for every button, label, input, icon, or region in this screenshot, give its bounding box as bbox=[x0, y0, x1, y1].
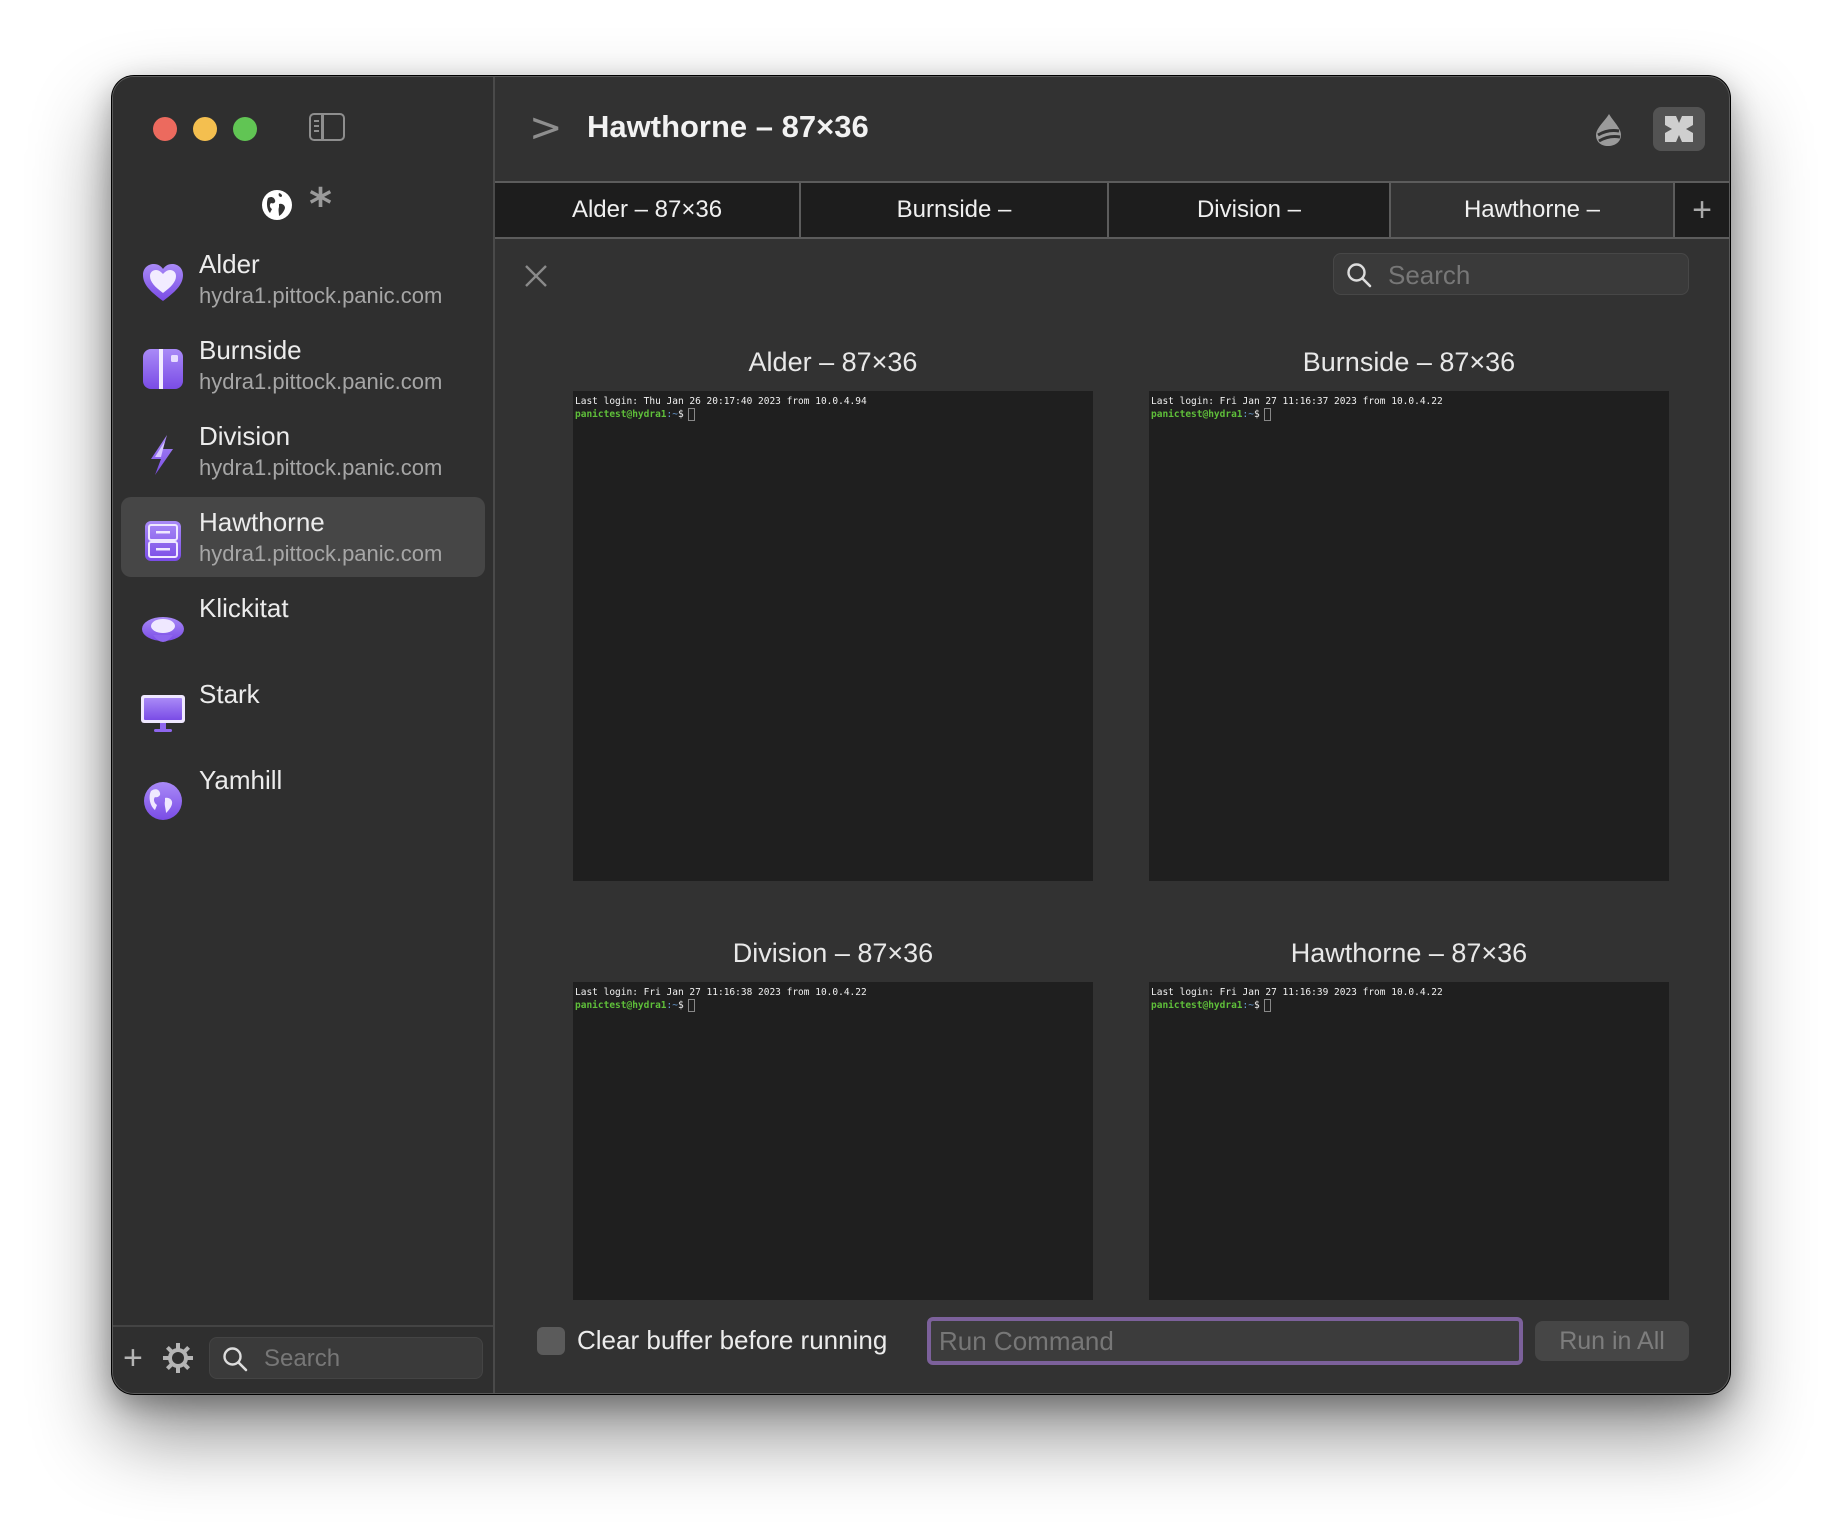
sidebar: * Alder hydra1.pittock.panic.com Burnsid… bbox=[113, 77, 495, 1393]
server-item-division[interactable]: Division hydra1.pittock.panic.com bbox=[121, 411, 485, 491]
server-host: hydra1.pittock.panic.com bbox=[199, 455, 443, 480]
server-name: Burnside bbox=[199, 335, 302, 365]
globe-icon[interactable] bbox=[261, 189, 293, 221]
last-login-line: Last login: Fri Jan 27 11:16:38 2023 fro… bbox=[575, 987, 867, 998]
server-host: hydra1.pittock.panic.com bbox=[199, 283, 443, 308]
search-icon bbox=[223, 1347, 248, 1372]
server-item-burnside[interactable]: Burnside hydra1.pittock.panic.com bbox=[121, 325, 485, 405]
globe-icon bbox=[144, 782, 182, 820]
book-icon bbox=[143, 349, 183, 389]
server-item-alder[interactable]: Alder hydra1.pittock.panic.com bbox=[121, 239, 485, 319]
tab-hawthorne[interactable]: Hawthorne – bbox=[1391, 183, 1673, 237]
terminal-prompt-icon: > bbox=[529, 105, 563, 151]
clear-buffer-checkbox[interactable] bbox=[537, 1327, 565, 1355]
titlebar: > Hawthorne – 87×36 bbox=[495, 77, 1729, 181]
sidebar-filters: * bbox=[261, 183, 332, 227]
server-list: Alder hydra1.pittock.panic.com Burnside … bbox=[121, 239, 485, 841]
sidebar-search bbox=[209, 1337, 483, 1379]
asterisk-icon[interactable]: * bbox=[309, 183, 332, 227]
terminal-output[interactable]: Last login: Fri Jan 27 11:16:37 2023 fro… bbox=[1149, 391, 1669, 881]
cursor bbox=[1263, 999, 1271, 1012]
server-item-hawthorne[interactable]: Hawthorne hydra1.pittock.panic.com bbox=[121, 497, 485, 577]
prompt-line: panictest@hydra1:~$ bbox=[1151, 408, 1667, 421]
tab-alder[interactable]: Alder – 87×36 bbox=[495, 183, 801, 237]
last-login-line: Last login: Fri Jan 27 11:16:37 2023 fro… bbox=[1151, 396, 1443, 407]
zoom-window-button[interactable] bbox=[233, 117, 257, 141]
drop-icon[interactable] bbox=[1593, 113, 1623, 147]
search-icon bbox=[1347, 263, 1372, 288]
server-host: hydra1.pittock.panic.com bbox=[199, 541, 443, 566]
run-command-input[interactable] bbox=[931, 1321, 1519, 1361]
last-login-line: Last login: Fri Jan 27 11:16:39 2023 fro… bbox=[1151, 987, 1443, 998]
command-bar: Clear buffer before running Run in All bbox=[495, 1303, 1729, 1393]
sidebar-footer: + bbox=[113, 1325, 493, 1393]
new-tab-button[interactable]: + bbox=[1673, 183, 1729, 237]
cursor bbox=[687, 408, 695, 421]
server-item-yamhill[interactable]: Yamhill bbox=[121, 755, 485, 835]
terminal-output[interactable]: Last login: Thu Jan 26 20:17:40 2023 fro… bbox=[573, 391, 1093, 881]
tab-division[interactable]: Division – bbox=[1109, 183, 1391, 237]
heart-icon bbox=[143, 264, 183, 301]
terminal-output[interactable]: Last login: Fri Jan 27 11:16:39 2023 fro… bbox=[1149, 982, 1669, 1300]
window-title: Hawthorne – 87×36 bbox=[587, 109, 869, 144]
prompt-line: panictest@hydra1:~$ bbox=[1151, 999, 1667, 1012]
prompt-line: panictest@hydra1:~$ bbox=[575, 999, 1091, 1012]
prompt-line: panictest@hydra1:~$ bbox=[575, 408, 1091, 421]
pane-title: Hawthorne – 87×36 bbox=[1290, 938, 1528, 968]
server-name: Stark bbox=[199, 679, 260, 709]
add-server-button[interactable]: + bbox=[123, 1341, 143, 1375]
traffic-lights bbox=[153, 117, 257, 141]
gear-icon[interactable] bbox=[161, 1341, 195, 1375]
server-host: hydra1.pittock.panic.com bbox=[199, 369, 443, 394]
tab-bar: Alder – 87×36 Burnside – Division – Hawt… bbox=[495, 181, 1729, 239]
run-command-field bbox=[927, 1317, 1523, 1365]
pane-title: Division – 87×36 bbox=[732, 938, 934, 968]
minimize-window-button[interactable] bbox=[193, 117, 217, 141]
pane-title: Alder – 87×36 bbox=[748, 347, 918, 377]
sidebar-search-input[interactable] bbox=[262, 1342, 476, 1376]
last-login-line: Last login: Thu Jan 26 20:17:40 2023 fro… bbox=[575, 396, 867, 407]
monitor-icon bbox=[141, 695, 185, 732]
tab-burnside[interactable]: Burnside – bbox=[801, 183, 1109, 237]
server-name: Hawthorne bbox=[199, 507, 325, 537]
app-window: * Alder hydra1.pittock.panic.com Burnsid… bbox=[112, 76, 1730, 1394]
cabinet-icon bbox=[145, 521, 181, 561]
pane-title: Burnside – 87×36 bbox=[1302, 347, 1516, 377]
grid-view-button[interactable] bbox=[1653, 107, 1705, 151]
hat-icon bbox=[142, 617, 184, 642]
server-name: Alder bbox=[199, 249, 260, 279]
clear-buffer-label[interactable]: Clear buffer before running bbox=[577, 1325, 887, 1356]
server-name: Division bbox=[199, 421, 291, 451]
server-name: Klickitat bbox=[199, 593, 289, 623]
cursor bbox=[1263, 408, 1271, 421]
grid-view-icon bbox=[1665, 116, 1693, 142]
close-window-button[interactable] bbox=[153, 117, 177, 141]
plus-icon: + bbox=[1692, 190, 1712, 229]
terminal-pane-division[interactable]: Division – 87×36 Last login: Fri Jan 27 … bbox=[573, 938, 1093, 1300]
server-name: Yamhill bbox=[199, 765, 283, 795]
terminal-pane-alder[interactable]: Alder – 87×36 Last login: Thu Jan 26 20:… bbox=[573, 347, 1093, 881]
cursor bbox=[687, 999, 695, 1012]
terminal-pane-hawthorne[interactable]: Hawthorne – 87×36 Last login: Fri Jan 27… bbox=[1149, 938, 1669, 1300]
server-item-stark[interactable]: Stark bbox=[121, 669, 485, 749]
pane-search bbox=[1333, 253, 1689, 295]
sidebar-toggle-icon[interactable] bbox=[309, 113, 345, 141]
run-in-all-button[interactable]: Run in All bbox=[1535, 1321, 1689, 1361]
bolt-icon bbox=[151, 435, 173, 475]
server-item-klickitat[interactable]: Klickitat bbox=[121, 583, 485, 663]
close-icon[interactable] bbox=[523, 263, 549, 289]
main-area: > Hawthorne – 87×36 Alder – 87×36 Burnsi… bbox=[495, 77, 1729, 1393]
search-input[interactable] bbox=[1386, 258, 1680, 292]
terminal-output[interactable]: Last login: Fri Jan 27 11:16:38 2023 fro… bbox=[573, 982, 1093, 1300]
terminal-pane-burnside[interactable]: Burnside – 87×36 Last login: Fri Jan 27 … bbox=[1149, 347, 1669, 881]
